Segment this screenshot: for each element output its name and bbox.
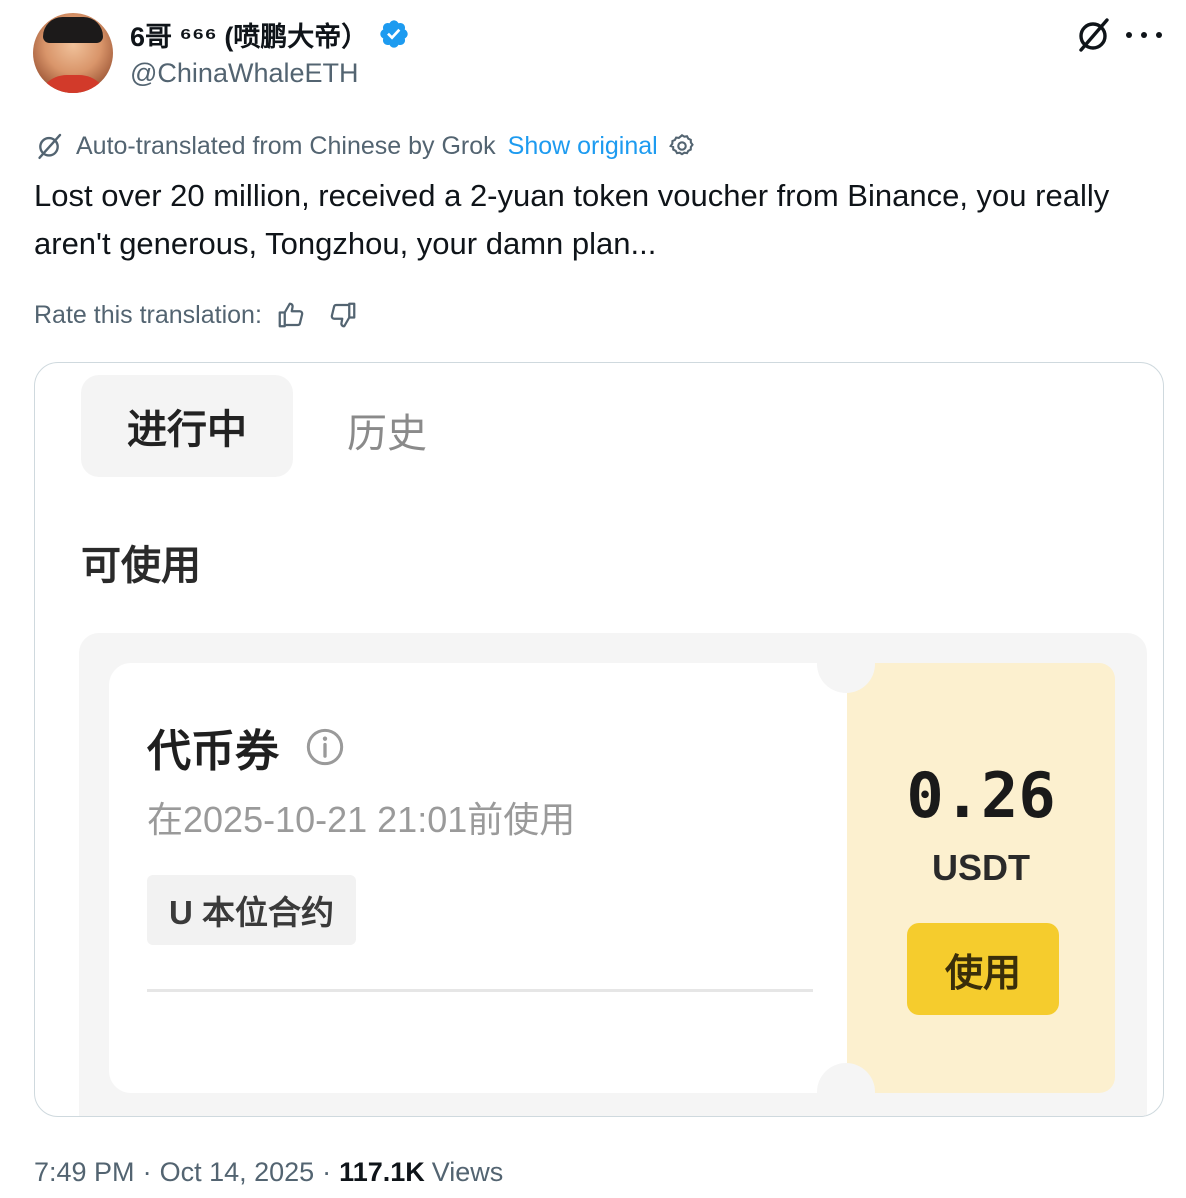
tweet-time[interactable]: 7:49 PM [34, 1157, 135, 1188]
author-row: 6哥 ⁶⁶⁶ (喷鹏大帝） [130, 14, 410, 54]
tweet-text: Lost over 20 million, received a 2-yuan … [34, 178, 1110, 261]
coupon-unit: USDT [932, 847, 1030, 888]
thumbs-down-icon[interactable] [328, 300, 358, 330]
grok-icon [38, 133, 62, 160]
grok-icon[interactable] [1076, 16, 1110, 54]
tweet-meta: 7:49 PM · Oct 14, 2025 · 117.1K Views [34, 1152, 503, 1192]
views-count: 117.1K [339, 1156, 425, 1187]
thumbs-up-icon[interactable] [276, 300, 306, 330]
divider [147, 989, 813, 992]
coupon-notch [817, 1063, 875, 1116]
auto-translated-label: Auto-translated from Chinese by Grok [76, 131, 496, 160]
use-button[interactable]: 使用 [907, 923, 1059, 1015]
coupon-amount: 0.26 [906, 759, 1056, 832]
coupon-title: 代币券 [147, 715, 345, 779]
coupon-title-text: 代币券 [147, 727, 279, 776]
views-label: Views [431, 1156, 504, 1187]
rate-label: Rate this translation: [34, 300, 262, 329]
verified-badge-icon [380, 20, 408, 48]
show-original-link[interactable]: Show original [508, 132, 658, 161]
separator: · [142, 1156, 152, 1187]
more-icon[interactable] [1126, 28, 1162, 42]
section-label: 可使用 [81, 544, 201, 588]
info-icon[interactable] [305, 727, 345, 767]
tweet-date[interactable]: Oct 14, 2025 [160, 1157, 315, 1188]
tab-in-progress[interactable]: 进行中 [81, 375, 293, 477]
translation-notice: Auto-translated from Chinese by Grok Sho… [34, 128, 696, 164]
coupon-tag: U 本位合约 [147, 875, 356, 945]
rate-translation: Rate this translation: [34, 296, 358, 334]
coupon-expiry: 在2025-10-21 21:01前使用 [147, 799, 576, 840]
tab-history[interactable]: 历史 [347, 401, 427, 459]
media-attachment[interactable]: 进行中 历史 可使用 代币券 在2025-10-21 21:01前使用 U 本位… [34, 362, 1164, 1117]
avatar[interactable] [33, 13, 113, 93]
settings-icon[interactable] [668, 132, 696, 160]
author-handle[interactable]: @ChinaWhaleETH [130, 58, 359, 89]
display-name[interactable]: 6哥 ⁶⁶⁶ (喷鹏大帝） [130, 15, 368, 54]
separator: · [322, 1156, 332, 1187]
coupon-notch [817, 635, 875, 693]
